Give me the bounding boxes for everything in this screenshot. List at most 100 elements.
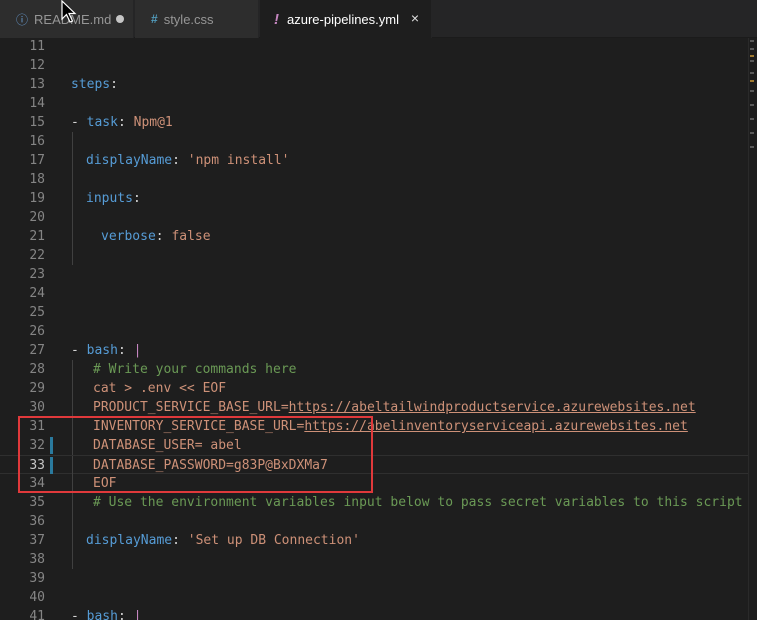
- minimap-tick: [750, 72, 754, 74]
- yaml-value: 'npm install': [187, 153, 290, 168]
- list-dash: -: [71, 609, 87, 620]
- line-number: 36: [29, 514, 45, 529]
- indent-guide: [72, 208, 73, 227]
- env-var-name: PRODUCT_SERVICE_BASE_URL=: [93, 400, 289, 415]
- code-line[interactable]: 12: [0, 56, 748, 75]
- code-line[interactable]: 17 displayName: 'npm install': [0, 151, 748, 170]
- indent-guide: [72, 151, 73, 170]
- script-text: cat > .env << EOF: [93, 381, 227, 396]
- highlight-box: [18, 416, 373, 493]
- code-line[interactable]: 24: [0, 284, 748, 303]
- minimap-tick: [750, 60, 754, 62]
- code-line[interactable]: 11: [0, 38, 748, 56]
- block-scalar-indicator: |: [133, 609, 142, 620]
- line-number: 26: [29, 324, 45, 339]
- code-line[interactable]: 22: [0, 246, 748, 265]
- code-line[interactable]: 13 steps:: [0, 75, 748, 94]
- code-line[interactable]: 28 # Write your commands here: [0, 360, 748, 379]
- code-line[interactable]: 19 inputs:: [0, 189, 748, 208]
- code-line[interactable]: 40: [0, 588, 748, 607]
- mouse-cursor-icon: [61, 0, 77, 23]
- code-line[interactable]: 16: [0, 132, 748, 151]
- yaml-key: displayName: [86, 533, 173, 548]
- indent-guide: [72, 227, 73, 246]
- minimap-tick: [750, 55, 754, 57]
- code-line[interactable]: 14: [0, 94, 748, 113]
- code-line[interactable]: 41 - bash: |: [0, 607, 748, 620]
- line-number: 29: [29, 381, 45, 396]
- line-number: 12: [29, 58, 45, 73]
- line-number: 35: [29, 495, 45, 510]
- code-line[interactable]: 27 - bash: |: [0, 341, 748, 360]
- yaml-value: 'Set up DB Connection': [187, 533, 360, 548]
- code-content: displayName: 'npm install': [86, 151, 290, 170]
- minimap-tick: [750, 80, 754, 82]
- code-content: # Use the environment variables input be…: [93, 493, 743, 512]
- yaml-key: bash: [86, 609, 118, 620]
- code-line[interactable]: 21 verbose: false: [0, 227, 748, 246]
- code-content: # Write your commands here: [93, 360, 297, 379]
- tab-label: azure-pipelines.yml: [287, 11, 399, 27]
- yaml-key: steps: [71, 77, 111, 92]
- code-line[interactable]: 23: [0, 265, 748, 284]
- yaml-key: inputs: [86, 191, 133, 206]
- code-line[interactable]: 26: [0, 322, 748, 341]
- yaml-colon: :: [110, 77, 118, 92]
- code-editor[interactable]: 11 12 13 steps: 14 15 - task: Npm@1 16 17 display…: [0, 38, 748, 620]
- code-line[interactable]: 20: [0, 208, 748, 227]
- tab-azure-pipelines[interactable]: ! azure-pipelines.yml ×: [260, 0, 432, 38]
- list-dash: -: [71, 115, 87, 130]
- line-number: 19: [29, 191, 45, 206]
- line-number: 30: [29, 400, 45, 415]
- line-number: 38: [29, 552, 45, 567]
- code-comment: # Use the environment variables input be…: [93, 495, 743, 510]
- yaml-colon: :: [132, 191, 141, 206]
- code-line[interactable]: 29 cat > .env << EOF: [0, 379, 748, 398]
- line-number: 21: [29, 229, 45, 244]
- indent-guide: [72, 398, 73, 417]
- yaml-colon: :: [117, 343, 134, 358]
- tab-label: style.css: [163, 11, 214, 27]
- minimap-tick: [750, 104, 754, 106]
- line-number: 23: [29, 267, 45, 282]
- url-link: https://abeltailwindproductservice.azure…: [288, 400, 696, 415]
- code-line[interactable]: 37 displayName: 'Set up DB Connection': [0, 531, 748, 550]
- code-line[interactable]: 35 # Use the environment variables input …: [0, 493, 748, 512]
- indent-guide: [72, 379, 73, 398]
- code-content: cat > .env << EOF: [93, 379, 226, 398]
- line-number: 17: [29, 153, 45, 168]
- yaml-colon: :: [155, 229, 172, 244]
- line-number: 16: [29, 134, 45, 149]
- code-line[interactable]: 30 PRODUCT_SERVICE_BASE_URL=https://abelt…: [0, 398, 748, 417]
- list-dash: -: [71, 343, 87, 358]
- code-line[interactable]: 36: [0, 512, 748, 531]
- yaml-key: bash: [86, 343, 118, 358]
- line-number: 24: [29, 286, 45, 301]
- yaml-key: task: [86, 115, 118, 130]
- close-icon[interactable]: ×: [411, 10, 419, 26]
- code-line[interactable]: 38: [0, 550, 748, 569]
- code-line[interactable]: 18: [0, 170, 748, 189]
- info-icon: ⓘ: [16, 12, 29, 27]
- tab-style-css[interactable]: # style.css: [135, 0, 259, 38]
- line-number: 25: [29, 305, 45, 320]
- minimap-tick: [750, 48, 754, 50]
- indent-guide: [72, 512, 73, 531]
- indent-guide: [72, 550, 73, 569]
- code-content: - bash: |: [71, 341, 141, 360]
- line-number: 27: [29, 343, 45, 358]
- code-line[interactable]: 15 - task: Npm@1: [0, 113, 748, 132]
- code-line[interactable]: 39: [0, 569, 748, 588]
- yaml-key: verbose: [101, 229, 156, 244]
- code-content: inputs:: [86, 189, 141, 208]
- unsaved-dot-icon[interactable]: [116, 15, 124, 23]
- indent-guide: [72, 170, 73, 189]
- yaml-colon: :: [172, 533, 188, 548]
- indent-guide: [72, 246, 73, 265]
- code-content: PRODUCT_SERVICE_BASE_URL=https://abeltai…: [93, 398, 696, 417]
- code-content: displayName: 'Set up DB Connection': [86, 531, 360, 550]
- editor-scrollbar[interactable]: [748, 38, 757, 620]
- minimap-tick: [750, 90, 754, 92]
- code-line[interactable]: 25: [0, 303, 748, 322]
- code-content: verbose: false: [101, 227, 211, 246]
